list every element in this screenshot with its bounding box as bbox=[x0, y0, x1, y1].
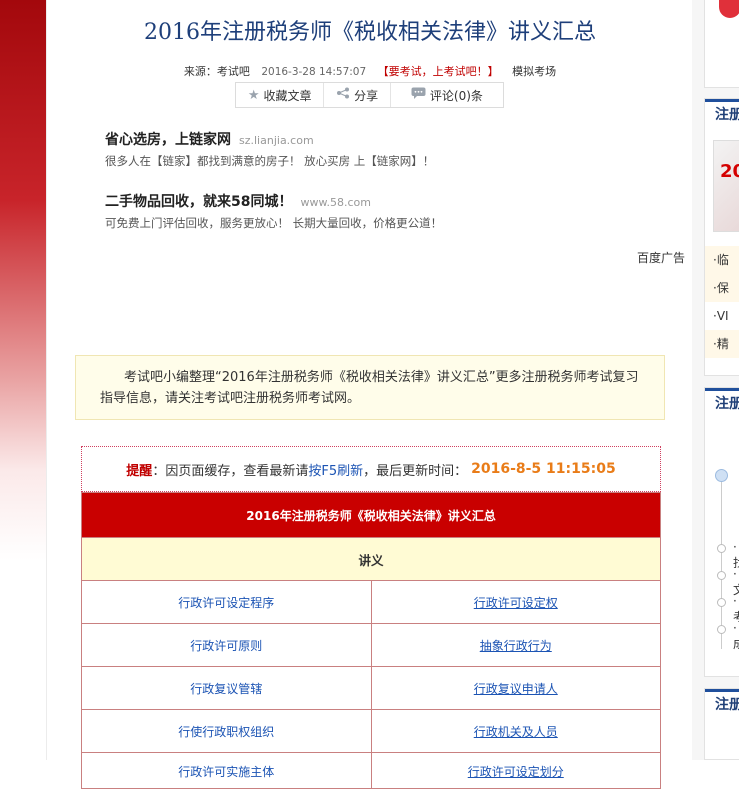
table-row: 行政许可实施主体 行政许可设定划分 bbox=[81, 752, 661, 789]
timeline-dot bbox=[717, 544, 726, 553]
article-toolbar: ★ 收藏文章 分享 评论(0)条 bbox=[235, 82, 504, 108]
share-button[interactable]: 分享 bbox=[324, 83, 391, 107]
ad-title: 二手物品回收，就来58同城！ www.58.com bbox=[105, 194, 371, 210]
lecture-link[interactable]: 行政许可设定权 bbox=[474, 596, 558, 610]
comment-button[interactable]: 评论(0)条 bbox=[391, 83, 503, 107]
cache-reminder: 提醒：因页面缓存，查看最新请 按F5刷新 ，最后更新时间： 2016-8-5 11:1… bbox=[81, 446, 661, 492]
table-row: 行使行政职权组织 行政机关及人员 bbox=[81, 709, 661, 753]
comment-icon bbox=[411, 87, 426, 103]
lecture-link[interactable]: 行政许可设定程序 bbox=[178, 596, 274, 610]
source-link[interactable]: 考试吧 bbox=[217, 65, 250, 78]
table-header: 2016年注册税务师《税收相关法律》讲义汇总 bbox=[81, 492, 661, 538]
share-label: 分享 bbox=[354, 88, 379, 103]
share-icon bbox=[336, 87, 350, 103]
source-label: 来源： bbox=[183, 65, 217, 78]
sidebar-panel-2: 注册 ·找 ·文 ·考 ·成 bbox=[704, 387, 739, 677]
sidebar-panel-3: 注册 bbox=[704, 688, 739, 760]
table-subheader: 讲义 bbox=[81, 537, 661, 581]
remind-label: 提醒 bbox=[126, 463, 153, 479]
lecture-link[interactable]: 行使行政职权组织 bbox=[178, 725, 274, 739]
table-row: 行政许可原则 抽象行政行为 bbox=[81, 623, 661, 667]
timeline-line bbox=[721, 469, 722, 649]
editor-notice: 考试吧小编整理“2016年注册税务师《税收相关法律》讲义汇总”更多注册税务师考试… bbox=[75, 355, 665, 420]
baidu-ad-label[interactable]: 百度广告 bbox=[637, 249, 685, 266]
ad-description: 很多人在【链家】都找到满意的房子！ 放心买房 上【链家网】！ bbox=[105, 154, 435, 168]
favorite-label: 收藏文章 bbox=[263, 88, 312, 103]
lecture-link[interactable]: 行政复议管辖 bbox=[190, 682, 262, 696]
table-row: 行政复议管辖 行政复议申请人 bbox=[81, 666, 661, 710]
lecture-link[interactable]: 行政复议申请人 bbox=[474, 682, 558, 696]
lecture-link[interactable]: 抽象行政行为 bbox=[480, 639, 552, 653]
star-icon: ★ bbox=[247, 87, 260, 103]
table-row: 行政许可设定程序 行政许可设定权 bbox=[81, 580, 661, 624]
panel-title: 注册 bbox=[705, 689, 739, 722]
right-sidebar: 注册 20 ·临 ·保 ·VI ·精 注册 ·找 ·文 ·考 ·成 注册 bbox=[692, 0, 739, 760]
timeline-item[interactable]: ·成 bbox=[733, 621, 739, 652]
ad-58[interactable]: 二手物品回收，就来58同城！ www.58.com 可免费上门评估回收，服务更放心… bbox=[105, 191, 442, 231]
lecture-table: 2016年注册税务师《税收相关法律》讲义汇总 讲义 行政许可设定程序 行政许可设… bbox=[81, 492, 661, 789]
panel-title: 注册 bbox=[705, 99, 739, 132]
article-meta: 来源：考试吧 2016-3-28 14:57:07 【要考试，上考试吧！】 模拟… bbox=[47, 63, 693, 79]
favorite-button[interactable]: ★ 收藏文章 bbox=[236, 83, 325, 107]
timeline-dot bbox=[717, 598, 726, 607]
exam-timeline: ·找 ·文 ·考 ·成 bbox=[705, 421, 739, 651]
timeline-dot bbox=[717, 571, 726, 580]
comment-label: 评论(0)条 bbox=[429, 88, 483, 103]
list-item[interactable]: ·临 bbox=[705, 246, 739, 274]
list-item[interactable]: ·VI bbox=[705, 302, 739, 330]
sidebar-banner[interactable] bbox=[704, 0, 739, 88]
promo-thumbnail[interactable]: 20 bbox=[713, 140, 739, 232]
publish-date: 2016-3-28 14:57:07 bbox=[261, 66, 367, 78]
article-main: 2016年注册税务师《税收相关法律》讲义汇总 来源：考试吧 2016-3-28 … bbox=[46, 0, 694, 789]
page-title: 2016年注册税务师《税收相关法律》讲义汇总 bbox=[144, 20, 596, 45]
mock-exam-link[interactable]: 模拟考场 bbox=[512, 65, 556, 78]
list-item[interactable]: ·保 bbox=[705, 274, 739, 302]
last-update-time: 2016-8-5 11:15:05 bbox=[471, 461, 616, 477]
lecture-link[interactable]: 行政许可原则 bbox=[190, 639, 262, 653]
ad-url: sz.lianjia.com bbox=[239, 134, 314, 147]
panel-title: 注册 bbox=[705, 388, 739, 421]
remind-text: 因页面缓存，查看最新请 bbox=[165, 463, 309, 479]
list-item[interactable]: ·精 bbox=[705, 330, 739, 358]
lecture-link[interactable]: 行政机关及人员 bbox=[474, 725, 558, 739]
lecture-link[interactable]: 行政许可设定划分 bbox=[468, 765, 564, 779]
slogan-link[interactable]: 【要考试，上考试吧！】 bbox=[378, 65, 499, 78]
refresh-key: 按F5刷新 bbox=[308, 463, 364, 479]
timeline-dot bbox=[717, 625, 726, 634]
ad-description: 可免费上门评估回收，服务更放心！ 长期大量回收，价格更公道！ bbox=[105, 216, 443, 230]
ad-title: 省心选房，上链家网 sz.lianjia.com bbox=[105, 132, 314, 148]
ad-url: www.58.com bbox=[300, 196, 371, 209]
timeline-start-icon bbox=[715, 469, 728, 482]
ad-lianjia[interactable]: 省心选房，上链家网 sz.lianjia.com 很多人在【链家】都找到满意的房子… bbox=[105, 129, 434, 169]
banner-decoration bbox=[719, 0, 739, 18]
sidebar-panel-1: 注册 20 ·临 ·保 ·VI ·精 bbox=[704, 98, 739, 376]
lecture-link[interactable]: 行政许可实施主体 bbox=[178, 765, 274, 779]
left-background bbox=[0, 0, 46, 760]
